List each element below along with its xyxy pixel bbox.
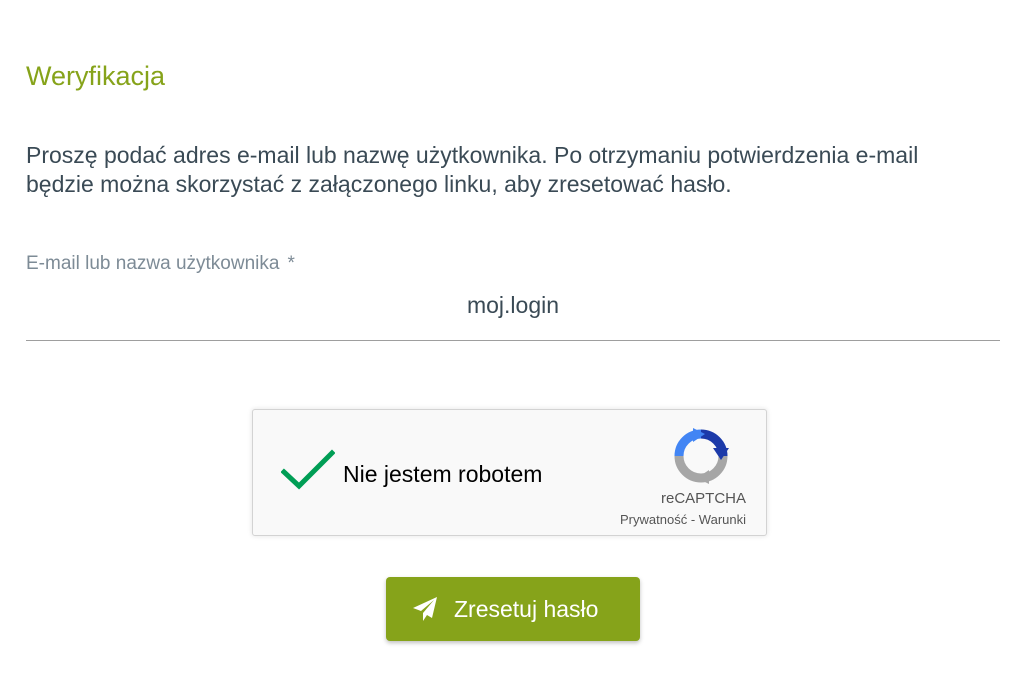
paper-plane-icon <box>413 597 437 621</box>
terms-link[interactable]: Warunki <box>699 512 746 527</box>
links-separator: - <box>690 512 696 527</box>
recaptcha-links: Prywatność - Warunki <box>620 512 746 528</box>
recaptcha-label: Nie jestem robotem <box>343 461 543 487</box>
section-title: Weryfikacja <box>26 61 166 91</box>
required-marker: * <box>287 253 295 274</box>
privacy-link[interactable]: Prywatność <box>620 512 687 527</box>
reset-password-label: Zresetuj hasło <box>454 596 599 622</box>
password-reset-page: Weryfikacja Proszę podać adres e-mail lu… <box>0 0 1025 673</box>
email-username-label-text: E-mail lub nazwa użytkownika <box>26 253 280 274</box>
email-username-input[interactable] <box>26 286 1000 341</box>
recaptcha-widget: Nie jestem robotem reCAPTCHA Prywatność … <box>252 409 767 536</box>
recaptcha-brand: reCAPTCHA <box>660 490 746 507</box>
recaptcha-logo-icon <box>674 428 729 484</box>
instructions-text: Proszę podać adres e-mail lub nazwę użyt… <box>26 142 919 197</box>
checkmark-icon[interactable] <box>281 448 335 492</box>
email-username-label: E-mail lub nazwa użytkownika * <box>26 252 295 276</box>
reset-password-button[interactable]: Zresetuj hasło <box>386 577 640 641</box>
